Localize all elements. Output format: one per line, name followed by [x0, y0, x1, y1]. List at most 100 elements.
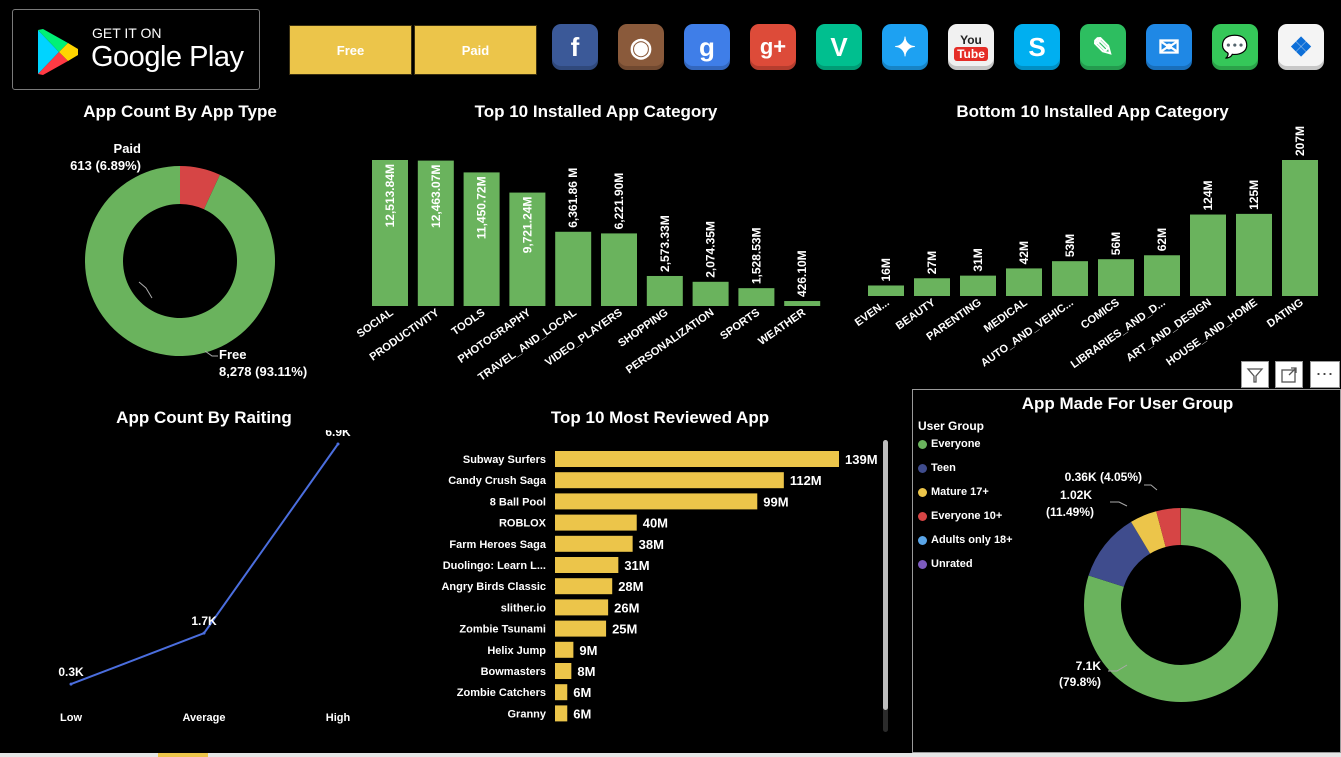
- google-plus-icon[interactable]: g+: [750, 24, 796, 70]
- bar-value-label: 12,513.84M: [383, 164, 397, 227]
- facebook-icon[interactable]: f: [552, 24, 598, 70]
- bar-comics[interactable]: [1098, 259, 1134, 296]
- badge-small-text: GET IT ON: [92, 25, 162, 41]
- e10-label: 0.36K (4.05%): [1065, 470, 1142, 484]
- bar-value-label: 426.10M: [795, 250, 809, 297]
- dropbox-icon[interactable]: ❖: [1278, 24, 1324, 70]
- review-value-label: 25M: [612, 622, 637, 637]
- filter-icon[interactable]: [1241, 361, 1269, 388]
- rating-category-label: Low: [60, 712, 82, 724]
- bar-value-label: 27M: [925, 251, 939, 274]
- rating-value-label: 1.7K: [191, 614, 217, 628]
- review-bar[interactable]: [555, 578, 613, 595]
- bar-libraries-and-d-[interactable]: [1144, 255, 1180, 296]
- bar-medical[interactable]: [1006, 268, 1042, 296]
- app-name-label: slither.io: [501, 602, 547, 614]
- bar-art-and-design[interactable]: [1190, 214, 1226, 296]
- twitter-icon[interactable]: ✦: [882, 24, 928, 70]
- review-bar[interactable]: [555, 684, 568, 701]
- evernote-icon[interactable]: ✎: [1080, 24, 1126, 70]
- bar-value-label: 31M: [971, 248, 985, 271]
- bar-value-label: 16M: [879, 258, 893, 281]
- user-group-donut-chart: 0.36K (4.05%) 1.02K (11.49%) 7.1K (79.8%…: [1046, 470, 1278, 702]
- rating-line-chart: 0.3K Low 1.7K Average 6.9K High: [58, 430, 351, 724]
- review-bar[interactable]: [555, 557, 619, 573]
- top10-installed-title: Top 10 Installed App Category: [474, 102, 718, 121]
- review-value-label: 8M: [577, 664, 595, 679]
- message-icon[interactable]: 💬: [1212, 24, 1258, 70]
- category-tick-label: BEAUTY: [894, 296, 938, 332]
- badge-big-text: Google Play: [91, 41, 244, 73]
- review-bar[interactable]: [555, 535, 633, 552]
- more-options-icon[interactable]: ⋯: [1310, 361, 1340, 388]
- review-value-label: 38M: [639, 537, 664, 552]
- app-name-label: Zombie Catchers: [457, 687, 546, 699]
- rating-point[interactable]: [202, 631, 206, 635]
- app-name-label: Candy Crush Saga: [448, 475, 547, 487]
- bar-personalization[interactable]: [692, 281, 729, 306]
- rating-category-label: High: [326, 712, 351, 724]
- app-name-label: Duolingo: Learn L...: [443, 560, 546, 572]
- review-value-label: 99M: [763, 494, 788, 509]
- slicer-paid-button[interactable]: Paid: [414, 25, 537, 75]
- google-icon[interactable]: g: [684, 24, 730, 70]
- bar-weather[interactable]: [784, 301, 821, 306]
- review-value-label: 40M: [643, 516, 668, 531]
- bar-beauty[interactable]: [914, 278, 950, 296]
- free-value: 8,278 (93.11%): [219, 364, 307, 379]
- page-tab-active[interactable]: [158, 753, 208, 757]
- scrollbar-thumb[interactable]: [883, 440, 888, 710]
- review-bar[interactable]: [555, 493, 758, 510]
- review-bar[interactable]: [555, 599, 609, 616]
- bar-house-and-home[interactable]: [1236, 213, 1272, 296]
- review-bar[interactable]: [555, 514, 637, 531]
- google-play-badge[interactable]: GET IT ON Google Play: [12, 9, 260, 90]
- instagram-icon[interactable]: ◉: [618, 24, 664, 70]
- review-bar[interactable]: [555, 472, 784, 489]
- bar-shopping[interactable]: [646, 275, 683, 306]
- mail-icon[interactable]: ✉: [1146, 24, 1192, 70]
- bar-travel-and-local[interactable]: [555, 231, 592, 306]
- rating-point[interactable]: [336, 442, 340, 446]
- review-bar[interactable]: [555, 641, 574, 658]
- slicer-free-button[interactable]: Free: [289, 25, 412, 75]
- vine-icon[interactable]: V: [816, 24, 862, 70]
- scrollbar-track[interactable]: [883, 440, 888, 732]
- bar-value-label: 42M: [1017, 241, 1031, 264]
- review-value-label: 28M: [618, 579, 643, 594]
- youtube-icon[interactable]: You Tube: [948, 24, 994, 70]
- rating-category-label: Average: [182, 712, 225, 724]
- app-name-label: Helix Jump: [487, 645, 546, 657]
- review-bar[interactable]: [555, 663, 572, 679]
- app-name-label: Angry Birds Classic: [441, 581, 546, 593]
- bar-value-label: 9,721.24M: [520, 197, 534, 254]
- review-value-label: 31M: [624, 558, 649, 573]
- e10-leader-line: [1144, 484, 1158, 491]
- focus-mode-icon[interactable]: [1275, 361, 1303, 388]
- bar-dating[interactable]: [1282, 160, 1318, 296]
- bar-parenting[interactable]: [960, 275, 996, 296]
- review-bar[interactable]: [555, 620, 607, 637]
- bar-sports[interactable]: [738, 288, 775, 306]
- everyone-label-pct: (79.8%): [1059, 675, 1101, 689]
- free-label: Free: [219, 347, 246, 362]
- review-value-label: 6M: [573, 706, 591, 721]
- skype-icon[interactable]: S: [1014, 24, 1060, 70]
- bar-value-label: 12,463.07M: [429, 165, 443, 228]
- rating-point[interactable]: [69, 682, 73, 686]
- bar-value-label: 6,221.90M: [612, 173, 626, 230]
- category-tick-label: SPORTS: [718, 307, 762, 343]
- rating-value-label: 6.9K: [325, 430, 351, 439]
- paid-label: Paid: [114, 141, 142, 156]
- bar-even-[interactable]: [868, 285, 904, 296]
- review-value-label: 6M: [573, 685, 591, 700]
- reviewed-title: Top 10 Most Reviewed App: [550, 408, 770, 427]
- rating-value-label: 0.3K: [58, 665, 84, 679]
- rating-series-line[interactable]: [70, 443, 339, 686]
- review-bar[interactable]: [555, 705, 568, 722]
- bar-video-players[interactable]: [601, 233, 637, 306]
- review-value-label: 139M: [845, 452, 878, 467]
- app-name-label: ROBLOX: [499, 518, 547, 530]
- bar-auto-and-vehic-[interactable]: [1052, 261, 1088, 296]
- review-bar[interactable]: [555, 451, 839, 467]
